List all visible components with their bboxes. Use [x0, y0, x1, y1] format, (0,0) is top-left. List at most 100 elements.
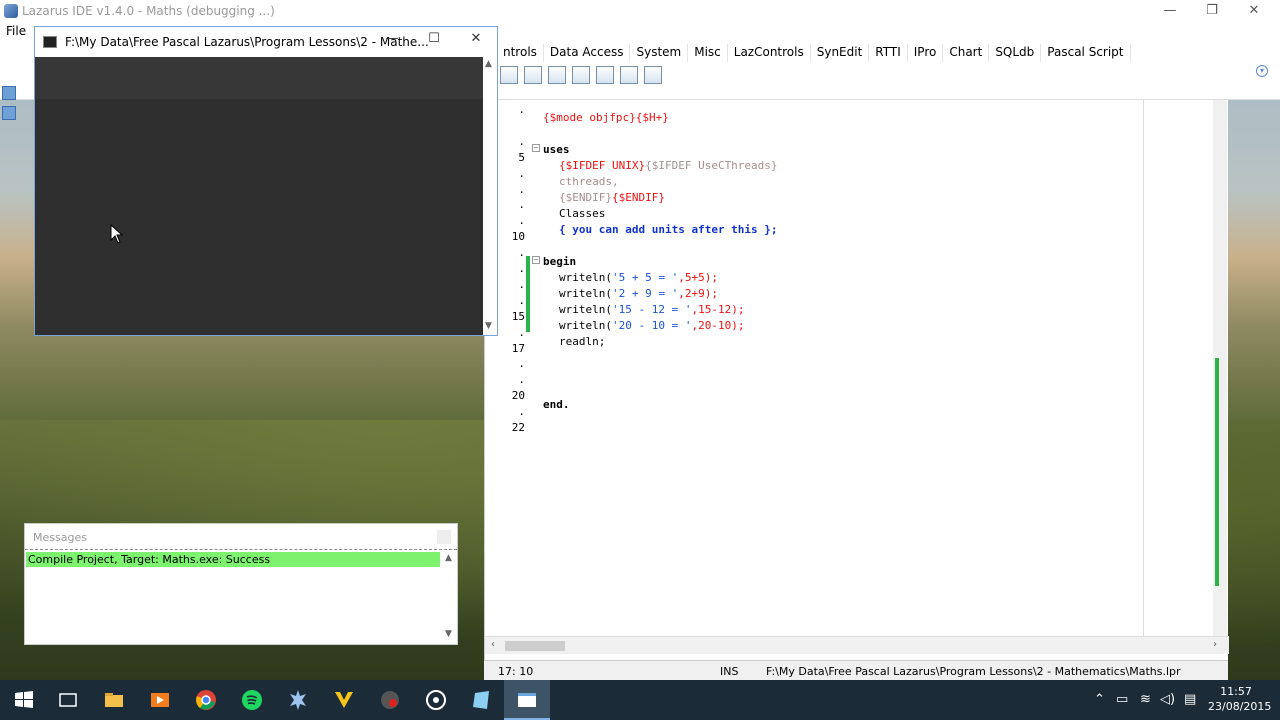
start-windows-icon[interactable] [12, 688, 36, 712]
component-icon[interactable] [596, 66, 614, 84]
messages-scrollbar[interactable]: ▲ ▼ [441, 551, 457, 643]
message-success-line[interactable]: Compile Project, Target: Maths.exe: Succ… [26, 552, 440, 567]
component-icon[interactable] [620, 66, 638, 84]
clock-time: 11:57 [1220, 685, 1252, 698]
code-cthreads: cthreads, [559, 175, 619, 188]
console-window[interactable]: F:\My Data\Free Pascal Lazarus\Program L… [34, 26, 498, 336]
console-titlebar[interactable]: F:\My Data\Free Pascal Lazarus\Program L… [35, 27, 497, 57]
messages-close-button[interactable] [437, 530, 451, 544]
fold-uses-icon[interactable]: − [532, 144, 540, 152]
component-icon[interactable] [524, 66, 542, 84]
chrome-icon[interactable] [194, 688, 218, 712]
messages-titlebar: Messages [25, 524, 457, 550]
restore-button[interactable]: ❐ [1190, 0, 1234, 22]
code-writeln-keyword: writeln( [559, 319, 612, 332]
component-icon[interactable] [548, 66, 566, 84]
palette-tab-synedit[interactable]: SynEdit [811, 44, 870, 62]
console-window-icon [518, 693, 536, 707]
console-title: F:\My Data\Free Pascal Lazarus\Program L… [65, 35, 429, 49]
tray-notification-icon[interactable]: ▤ [1184, 692, 1196, 707]
messages-title: Messages [33, 531, 87, 544]
component-icon[interactable] [500, 66, 518, 84]
fold-begin-icon[interactable]: − [532, 256, 540, 264]
taskbar: ⌃ ▭ ≋ ◁) ▤ 11:57 23/08/2015 [0, 680, 1280, 720]
cursor-position: 17: 10 [498, 665, 534, 678]
code-string: '5 + 5 = ' [611, 271, 679, 284]
spotify-icon[interactable] [240, 688, 264, 712]
console-close-button[interactable]: ✕ [461, 31, 491, 46]
code-expression: ,15-12); [691, 303, 745, 316]
console-maximize-button[interactable]: ☐ [419, 31, 449, 46]
ide-titlebar: Lazarus IDE v1.4.0 - Maths (debugging ..… [0, 0, 1280, 22]
scroll-up-icon[interactable]: ▲ [485, 59, 492, 69]
code-readln: readln; [559, 335, 606, 348]
tray-volume-icon[interactable]: ◁) [1160, 692, 1175, 707]
lazarus-taskbar-icon[interactable] [286, 688, 310, 712]
editor-vertical-scrollbar[interactable] [1213, 100, 1227, 636]
palette-tab-ipro[interactable]: IPro [908, 44, 944, 62]
code-end: end. [543, 398, 570, 411]
file-explorer-icon[interactable] [102, 688, 126, 712]
scroll-down-icon[interactable]: ▼ [485, 321, 492, 331]
code-classes: Classes [559, 207, 606, 220]
tray-chevron-icon[interactable]: ⌃ [1094, 692, 1105, 707]
horizontal-scroll-thumb[interactable] [505, 641, 565, 651]
open-icon[interactable] [2, 106, 16, 120]
new-unit-icon[interactable] [2, 86, 16, 100]
component-icon[interactable] [644, 66, 662, 84]
editor-statusbar: 17: 10 INS F:\My Data\Free Pascal Lazaru… [484, 660, 1228, 680]
code-writeln-3: writeln('15 - 12 = ',15-12); [559, 303, 744, 316]
sync-app-icon[interactable] [424, 688, 448, 712]
taskbar-clock[interactable]: 11:57 23/08/2015 [1208, 684, 1271, 714]
code-ifdef-cthreads: {$IFDEF UseCThreads} [645, 159, 778, 172]
task-view-icon[interactable] [56, 688, 80, 712]
component-icon[interactable] [572, 66, 590, 84]
line-number: 22 [511, 421, 525, 434]
component-palette-tabs: ntrols Data Access System Misc LazContro… [497, 44, 1131, 62]
console-overlay [35, 57, 483, 99]
palette-tab-misc[interactable]: Misc [688, 44, 728, 62]
code-ifdef-unix: {$IFDEF UNIX} [559, 159, 646, 172]
vectorize-icon[interactable] [332, 688, 356, 712]
code-mode-directive: {$mode objfpc}{$H+} [543, 111, 669, 124]
right-margin-line [1143, 100, 1144, 636]
palette-tab-sqldb[interactable]: SQLdb [989, 44, 1042, 62]
record-app-icon[interactable] [378, 688, 402, 712]
scroll-up-icon[interactable]: ▲ [445, 553, 452, 563]
palette-tab-rtti[interactable]: RTTI [869, 44, 908, 62]
notepad-icon[interactable] [470, 688, 494, 712]
code-string: '2 + 9 = ' [611, 287, 679, 300]
modified-lines-bar [526, 256, 530, 332]
messages-window[interactable]: Messages Compile Project, Target: Maths.… [24, 523, 458, 645]
scroll-left-icon[interactable]: ‹ [491, 639, 495, 650]
palette-tab-system[interactable]: System [630, 44, 689, 62]
console-minimize-button[interactable]: — [377, 31, 407, 46]
palette-tab-controls[interactable]: ntrols [497, 44, 544, 62]
editor-horizontal-scrollbar[interactable]: ‹ › [485, 636, 1229, 654]
tray-battery-icon[interactable]: ▭ [1116, 692, 1128, 707]
palette-tab-chart[interactable]: Chart [943, 44, 990, 62]
code-writeln-keyword: writeln( [559, 287, 612, 300]
palette-tab-data-access[interactable]: Data Access [544, 44, 631, 62]
code-comment: { you can add units after this }; [559, 223, 778, 236]
source-editor[interactable]: .. 5.... 10.... 15. 17.. 20. 22 − − {$mode obj… [484, 100, 1229, 660]
scroll-right-icon[interactable]: › [1213, 639, 1217, 650]
minimize-button[interactable]: — [1148, 0, 1192, 22]
lazarus-logo-icon [4, 4, 18, 18]
console-app-icon [43, 36, 57, 48]
palette-tab-pascal-script[interactable]: Pascal Script [1041, 44, 1131, 62]
media-player-icon[interactable] [148, 688, 172, 712]
scroll-down-icon[interactable]: ▼ [445, 629, 452, 639]
line-number: 20 [511, 389, 525, 403]
tray-network-icon[interactable]: ≋ [1140, 692, 1151, 707]
code-writeln-4: writeln('20 - 10 = ',20-10); [559, 319, 744, 332]
code-writeln-keyword: writeln( [559, 303, 612, 316]
menu-file[interactable]: File [6, 24, 26, 38]
close-button[interactable]: ✕ [1232, 0, 1276, 22]
console-taskbar-button[interactable] [504, 680, 550, 720]
palette-tab-lazcontrols[interactable]: LazControls [728, 44, 811, 62]
code-ifdef-line: {$IFDEF UNIX}{$IFDEF UseCThreads} [559, 159, 778, 172]
palette-scroll-icon[interactable]: ▾ [1256, 65, 1268, 77]
ide-title: Lazarus IDE v1.4.0 - Maths (debugging ..… [22, 4, 275, 18]
console-scrollbar[interactable]: ▲ ▼ [483, 57, 497, 335]
